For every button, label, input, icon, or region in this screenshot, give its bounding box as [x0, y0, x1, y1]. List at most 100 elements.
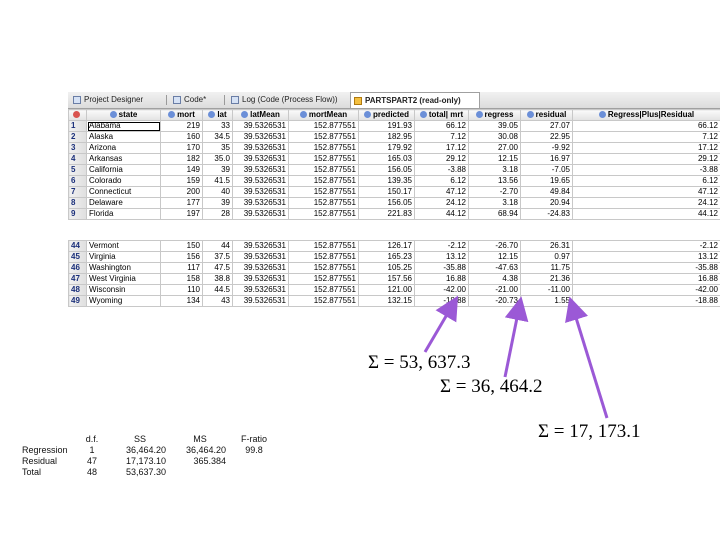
table-cell[interactable]: 134: [160, 295, 203, 307]
table-cell[interactable]: 35.0: [202, 153, 233, 165]
row-number[interactable]: 5: [68, 164, 87, 176]
table-cell[interactable]: 4.38: [468, 273, 521, 285]
column-header[interactable]: Regress|Plus|Residual: [572, 109, 720, 121]
table-cell[interactable]: 3.18: [468, 164, 521, 176]
table-cell[interactable]: -2.12: [414, 240, 469, 252]
table-cell[interactable]: 34.5: [202, 131, 233, 143]
table-cell[interactable]: California: [86, 164, 161, 176]
table-cell[interactable]: 159: [160, 175, 203, 187]
table-cell[interactable]: 152.877551: [288, 131, 359, 143]
table-cell[interactable]: 28: [202, 208, 233, 220]
table-cell[interactable]: 152.877551: [288, 175, 359, 187]
table-cell[interactable]: 39.5326531: [232, 197, 289, 209]
table-cell[interactable]: 39.5326531: [232, 262, 289, 274]
table-row[interactable]: 7 Connecticut 200 40 39.5326531 152.877551 150…: [68, 186, 720, 198]
table-cell[interactable]: -18.88: [572, 295, 720, 307]
row-number[interactable]: 2: [68, 131, 87, 143]
table-cell[interactable]: 16.88: [572, 273, 720, 285]
table-cell[interactable]: 13.56: [468, 175, 521, 187]
table-cell[interactable]: -7.05: [520, 164, 573, 176]
table-cell[interactable]: -2.70: [468, 186, 521, 198]
table-cell[interactable]: Washington: [86, 262, 161, 274]
table-cell[interactable]: Alabama: [86, 120, 161, 132]
table-cell[interactable]: 1.55: [520, 295, 573, 307]
table-cell[interactable]: 6.12: [572, 175, 720, 187]
row-number[interactable]: 48: [68, 284, 87, 296]
table-cell[interactable]: 22.95: [520, 131, 573, 143]
table-cell[interactable]: 47.12: [572, 186, 720, 198]
table-cell[interactable]: 21.36: [520, 273, 573, 285]
table-cell[interactable]: Alaska: [86, 131, 161, 143]
table-cell[interactable]: 152.877551: [288, 295, 359, 307]
table-cell[interactable]: 121.00: [358, 284, 415, 296]
table-row[interactable]: 4 Arkansas 182 35.0 39.5326531 152.877551 165.…: [68, 153, 720, 165]
table-cell[interactable]: 44.12: [414, 208, 469, 220]
table-cell[interactable]: 39.5326531: [232, 153, 289, 165]
column-header[interactable]: latMean: [232, 109, 289, 121]
table-cell[interactable]: 66.12: [572, 120, 720, 132]
table-cell[interactable]: Delaware: [86, 197, 161, 209]
table-cell[interactable]: Vermont: [86, 240, 161, 252]
column-header[interactable]: predicted: [358, 109, 415, 121]
table-row[interactable]: 46 Washington 117 47.5 39.5326531 152.877551 1…: [68, 262, 720, 274]
table-cell[interactable]: 152.877551: [288, 120, 359, 132]
table-cell[interactable]: 150.17: [358, 186, 415, 198]
row-number[interactable]: 45: [68, 251, 87, 263]
table-cell[interactable]: 39.5326531: [232, 273, 289, 285]
table-cell[interactable]: 24.12: [572, 197, 720, 209]
column-header[interactable]: regress: [468, 109, 521, 121]
table-cell[interactable]: 39.5326531: [232, 120, 289, 132]
table-cell[interactable]: 152.877551: [288, 273, 359, 285]
table-cell[interactable]: -2.12: [572, 240, 720, 252]
table-row[interactable]: 6 Colorado 159 41.5 39.5326531 152.877551 139.…: [68, 175, 720, 187]
row-number[interactable]: 6: [68, 175, 87, 187]
table-cell[interactable]: 29.12: [572, 153, 720, 165]
table-cell[interactable]: 17.12: [414, 142, 469, 154]
table-cell[interactable]: 117: [160, 262, 203, 274]
table-row[interactable]: 5 California 149 39 39.5326531 152.877551 156.…: [68, 164, 720, 176]
table-cell[interactable]: 17.12: [572, 142, 720, 154]
table-cell[interactable]: -18.88: [414, 295, 469, 307]
row-number[interactable]: 9: [68, 208, 87, 220]
table-cell[interactable]: 152.877551: [288, 164, 359, 176]
table-cell[interactable]: 26.31: [520, 240, 573, 252]
table-cell[interactable]: -35.88: [414, 262, 469, 274]
row-number[interactable]: 3: [68, 142, 87, 154]
table-cell[interactable]: 37.5: [202, 251, 233, 263]
table-cell[interactable]: 6.12: [414, 175, 469, 187]
table-cell[interactable]: 39: [202, 197, 233, 209]
row-number[interactable]: 46: [68, 262, 87, 274]
table-cell[interactable]: 30.08: [468, 131, 521, 143]
column-header[interactable]: state: [86, 109, 161, 121]
table-cell[interactable]: 39.05: [468, 120, 521, 132]
table-row[interactable]: 9 Florida 197 28 39.5326531 152.877551 221.83 4…: [68, 208, 720, 220]
table-cell[interactable]: 165.03: [358, 153, 415, 165]
table-cell[interactable]: 39.5326531: [232, 208, 289, 220]
row-number[interactable]: 8: [68, 197, 87, 209]
table-cell[interactable]: 149: [160, 164, 203, 176]
table-cell[interactable]: 39.5326531: [232, 142, 289, 154]
table-row[interactable]: 8 Delaware 177 39 39.5326531 152.877551 156.05…: [68, 197, 720, 209]
table-cell[interactable]: 197: [160, 208, 203, 220]
table-cell[interactable]: -26.70: [468, 240, 521, 252]
table-row[interactable]: 45 Virginia 156 37.5 39.5326531 152.877551 165…: [68, 251, 720, 263]
table-cell[interactable]: 41.5: [202, 175, 233, 187]
table-cell[interactable]: 170: [160, 142, 203, 154]
table-cell[interactable]: 29.12: [414, 153, 469, 165]
table-cell[interactable]: 44.5: [202, 284, 233, 296]
table-cell[interactable]: 152.877551: [288, 186, 359, 198]
table-cell[interactable]: Florida: [86, 208, 161, 220]
table-cell[interactable]: 39.5326531: [232, 240, 289, 252]
table-cell[interactable]: 139.35: [358, 175, 415, 187]
table-row[interactable]: 2 Alaska 160 34.5 39.5326531 152.877551 182.95…: [68, 131, 720, 143]
table-cell[interactable]: -42.00: [572, 284, 720, 296]
table-row[interactable]: 49 Wyoming 134 43 39.5326531 152.877551 132.15…: [68, 295, 720, 307]
table-cell[interactable]: Wisconsin: [86, 284, 161, 296]
column-header[interactable]: lat: [202, 109, 233, 121]
table-cell[interactable]: 200: [160, 186, 203, 198]
table-cell[interactable]: 33: [202, 120, 233, 132]
table-cell[interactable]: 165.23: [358, 251, 415, 263]
table-cell[interactable]: 152.877551: [288, 251, 359, 263]
table-cell[interactable]: 39.5326531: [232, 251, 289, 263]
table-cell[interactable]: 47.5: [202, 262, 233, 274]
